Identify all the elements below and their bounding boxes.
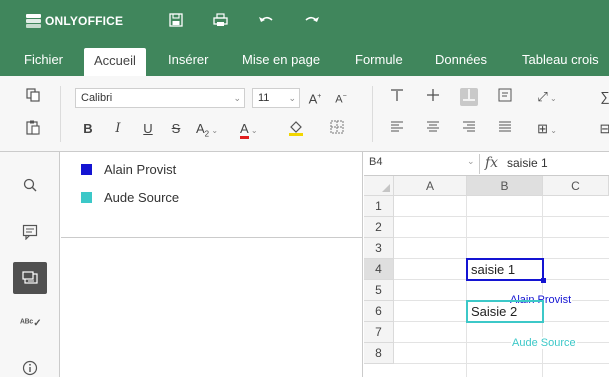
user-color-swatch xyxy=(81,163,92,175)
row-header-6[interactable]: 6 xyxy=(364,301,394,322)
tab-inserer[interactable]: Insérer xyxy=(158,44,218,76)
tab-tableau-croise[interactable]: Tableau crois xyxy=(512,44,609,76)
fill-handle[interactable] xyxy=(541,278,546,283)
justify-icon[interactable] xyxy=(496,120,514,138)
borders-button[interactable] xyxy=(324,120,350,138)
collaborator-name: Alain Provist xyxy=(104,161,177,177)
font-color-label: A xyxy=(240,121,249,139)
tab-formule[interactable]: Formule xyxy=(345,44,413,76)
align-middle-icon[interactable] xyxy=(424,88,442,106)
chevron-down-icon: ⌄ xyxy=(288,93,296,103)
spreadsheet-editor: ONLYOFFICE Fichier Accueil Insérer Mise … xyxy=(0,0,609,377)
sum-icon[interactable]: ∑ xyxy=(596,88,609,106)
font-size-select[interactable]: 11 ⌄ xyxy=(252,88,300,108)
row-header-8[interactable]: 8 xyxy=(364,343,394,364)
align-top-icon[interactable] xyxy=(388,88,406,106)
aude-source-cursor-label: Aude Source xyxy=(511,337,577,349)
subscript-label: A xyxy=(196,121,205,136)
subscript-button[interactable]: A2 ⌄ xyxy=(196,120,222,139)
table-icon[interactable]: ⊟ xyxy=(596,120,609,138)
fill-color-button[interactable] xyxy=(283,120,309,138)
save-icon[interactable] xyxy=(168,13,184,29)
aude-source-cursor xyxy=(466,300,544,323)
font-name-select[interactable]: Calibri ⌄ xyxy=(75,88,245,108)
increase-font-label: A xyxy=(308,91,318,107)
font-size-value: 11 xyxy=(258,92,270,104)
formula-bar: B4 ⌄ fx saisie 1 xyxy=(364,152,609,176)
align-left-icon[interactable] xyxy=(388,120,406,138)
chat-icon[interactable] xyxy=(13,262,47,294)
onlyoffice-logo: ONLYOFFICE xyxy=(26,14,123,28)
align-right-icon[interactable] xyxy=(460,120,478,138)
font-color-button[interactable]: A ⌄ xyxy=(240,120,266,139)
left-sidebar: ᴬᴮᶜ✓ xyxy=(0,152,60,377)
select-all-corner[interactable] xyxy=(364,176,394,196)
column-header-a[interactable]: A xyxy=(394,176,467,196)
italic-button[interactable]: I xyxy=(110,120,126,138)
decrease-font-button[interactable]: A− xyxy=(332,88,350,106)
chevron-down-icon: ⌄ xyxy=(233,93,241,103)
underline-button[interactable]: U xyxy=(140,120,156,138)
row-header-1[interactable]: 1 xyxy=(364,196,394,217)
onlyoffice-logo-icon xyxy=(26,14,41,28)
collaborator-aude-source: Aude Source xyxy=(81,187,179,207)
row-header-5[interactable]: 5 xyxy=(364,280,394,301)
ribbon-tabs: Fichier Accueil Insérer Mise en page For… xyxy=(0,44,609,76)
tab-donnees[interactable]: Données xyxy=(425,44,497,76)
bold-button[interactable]: B xyxy=(80,120,96,138)
font-name-value: Calibri xyxy=(81,92,113,104)
orientation-icon[interactable]: ⤢ ⌄ xyxy=(532,88,562,106)
row-header-4[interactable]: 4 xyxy=(364,259,394,280)
copy-icon[interactable] xyxy=(24,88,42,106)
collaborators-list: Alain Provist Aude Source xyxy=(61,152,363,238)
strikethrough-button[interactable]: S xyxy=(168,120,184,138)
align-bottom-icon[interactable] xyxy=(460,88,478,106)
collaborators-panel: Alain Provist Aude Source xyxy=(61,152,363,377)
about-info-icon[interactable] xyxy=(20,360,40,377)
function-button[interactable]: fx xyxy=(479,154,507,174)
column-header-b[interactable]: B xyxy=(467,176,543,196)
search-icon[interactable] xyxy=(20,178,40,198)
spreadsheet-grid[interactable]: A B C 1 2 3 4 5 6 7 8 saisie 1 Saisie 2 … xyxy=(364,176,609,377)
decrease-font-label: A xyxy=(335,93,343,106)
formula-input[interactable]: saisie 1 xyxy=(507,156,548,170)
user-color-swatch xyxy=(81,191,92,203)
chevron-down-icon[interactable]: ⌄ xyxy=(467,156,475,167)
paint-bucket-icon xyxy=(289,121,303,136)
column-header-c[interactable]: C xyxy=(543,176,609,196)
home-ribbon: Calibri ⌄ 11 ⌄ A+ A− B I U S A2 ⌄ A ⌄ ⤢ … xyxy=(0,76,609,152)
undo-icon[interactable] xyxy=(258,13,274,29)
spellcheck-icon[interactable]: ᴬᴮᶜ✓ xyxy=(20,314,42,334)
align-center-icon[interactable] xyxy=(424,120,442,138)
comments-icon[interactable] xyxy=(20,224,40,244)
collaborator-name: Aude Source xyxy=(104,189,180,205)
tab-fichier[interactable]: Fichier xyxy=(14,44,73,76)
redo-icon[interactable] xyxy=(304,13,320,29)
alain-provist-cursor xyxy=(466,258,544,281)
title-bar: ONLYOFFICE xyxy=(0,0,609,44)
borders-icon xyxy=(330,120,344,134)
tab-mise-en-page[interactable]: Mise en page xyxy=(232,44,330,76)
row-header-7[interactable]: 7 xyxy=(364,322,394,343)
row-header-3[interactable]: 3 xyxy=(364,238,394,259)
wrap-text-icon[interactable] xyxy=(496,88,514,106)
row-header-2[interactable]: 2 xyxy=(364,217,394,238)
print-icon[interactable] xyxy=(212,13,228,29)
paste-icon[interactable] xyxy=(24,120,42,138)
collaborator-alain-provist: Alain Provist xyxy=(81,159,176,179)
merge-cells-icon[interactable]: ⊞ ⌄ xyxy=(532,120,562,138)
name-box[interactable]: B4 xyxy=(369,156,382,168)
increase-font-button[interactable]: A+ xyxy=(306,88,324,106)
logo-text: ONLYOFFICE xyxy=(45,14,124,28)
tab-accueil[interactable]: Accueil xyxy=(84,48,146,76)
